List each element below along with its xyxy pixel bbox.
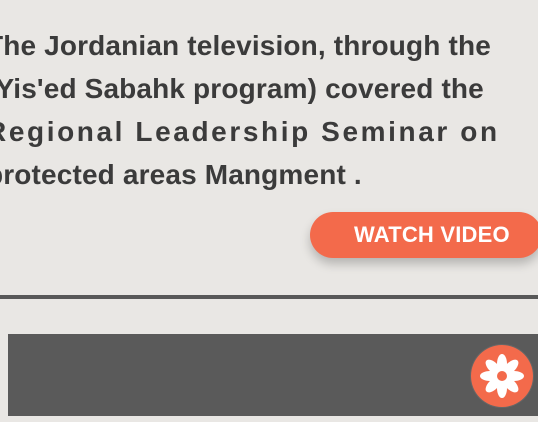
section-divider bbox=[0, 295, 538, 299]
flower-button[interactable] bbox=[471, 345, 533, 407]
flower-icon bbox=[480, 354, 524, 398]
article-line: (Yis'ed Sabahk program) covered the bbox=[0, 73, 484, 104]
article-text: The Jordanian television, through the (Y… bbox=[0, 24, 538, 196]
article-line: The Jordanian television, through the bbox=[0, 30, 491, 61]
dark-panel bbox=[8, 334, 538, 416]
watch-video-button[interactable]: WATCH VIDEO bbox=[310, 212, 538, 258]
article-line: protected areas Mangment . bbox=[0, 159, 362, 190]
article-line: Regional Leadership Seminar on bbox=[0, 116, 500, 147]
